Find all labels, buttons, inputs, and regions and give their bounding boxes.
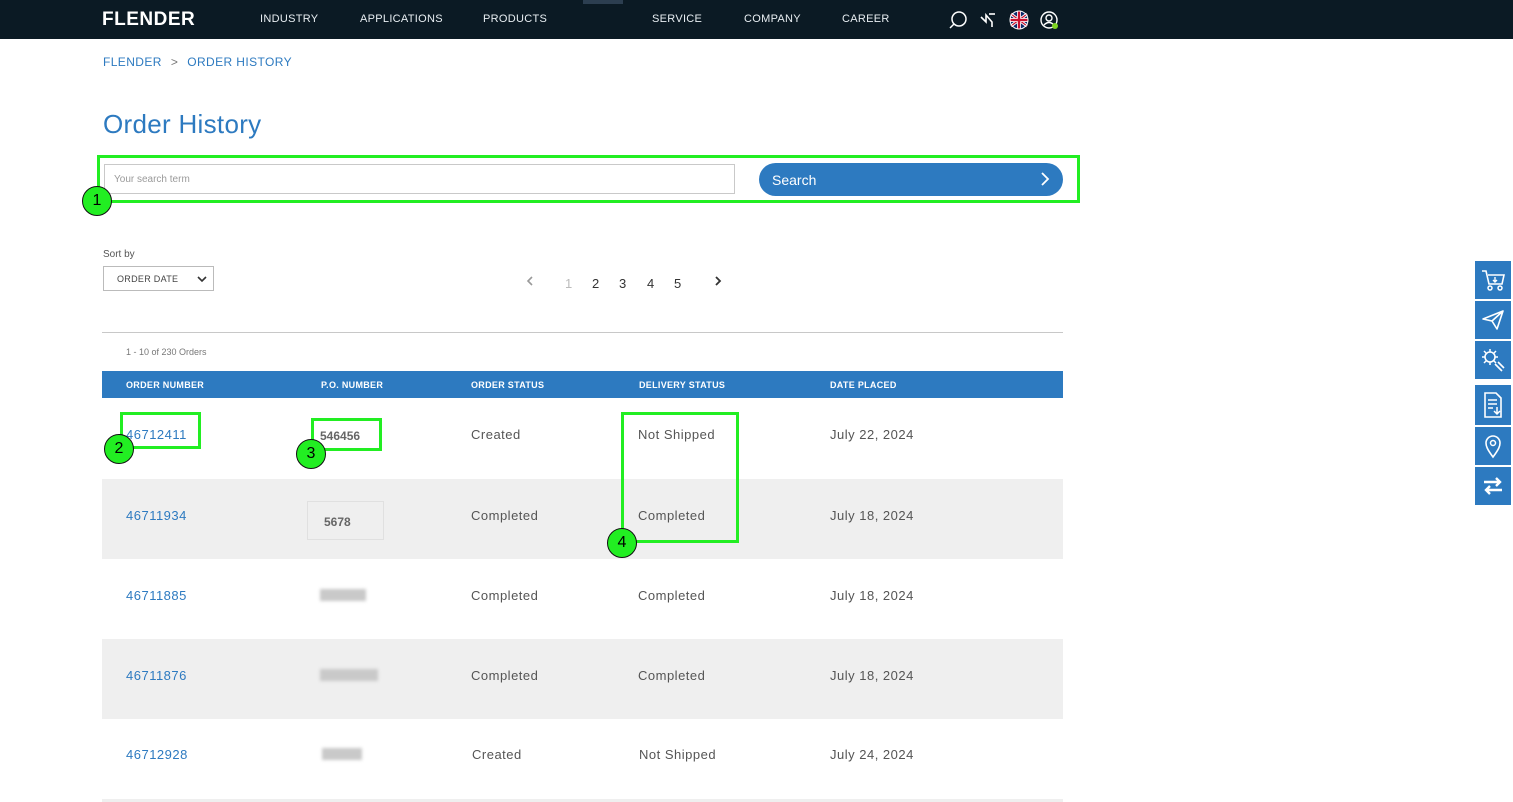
header-delivery-status[interactable]: DELIVERY STATUS [639,380,725,390]
divider [102,332,1063,333]
delivery-status: Completed [638,588,706,603]
cart-icon[interactable] [1475,261,1511,299]
breadcrumb-home[interactable]: FLENDER [103,55,162,69]
chevron-right-icon [1039,170,1051,191]
pager-page-5[interactable]: 5 [674,276,681,291]
annotation-marker-3: 3 [296,439,326,469]
header-order-status[interactable]: ORDER STATUS [471,380,544,390]
uk-flag-icon[interactable] [1008,9,1030,31]
annotation-marker-1: 1 [82,186,112,216]
exchange-icon[interactable] [1475,467,1511,505]
po-number-redacted [322,748,362,760]
order-status: Completed [471,508,539,523]
service-tools-icon[interactable] [1475,341,1511,379]
po-number-redacted [320,669,378,681]
header-po-number[interactable]: P.O. NUMBER [321,380,383,390]
order-status: Completed [471,668,539,683]
po-number-redacted [320,589,366,601]
order-number-link[interactable]: 46711934 [126,508,187,523]
pager-prev-icon[interactable] [525,275,535,290]
breadcrumb-current[interactable]: ORDER HISTORY [187,55,292,69]
results-count: 1 - 10 of 230 Orders [126,347,207,357]
user-account-icon[interactable] [1038,9,1060,31]
date-placed: July 18, 2024 [830,668,914,683]
annotation-highlight-delivery-status [621,412,739,543]
nav-industry[interactable]: INDUSTRY [260,13,318,25]
search-button-label: Search [772,171,817,188]
search-button[interactable]: Search [759,163,1063,196]
header-order-number[interactable]: ORDER NUMBER [126,380,204,390]
flender-signal-icon[interactable] [977,9,999,31]
location-pin-icon[interactable] [1475,427,1511,465]
top-navigation: FLENDER INDUSTRY APPLICATIONS PRODUCTS S… [0,0,1513,39]
page-title: Order History [103,109,262,139]
order-status: Completed [471,588,539,603]
sort-label: Sort by [103,249,135,260]
breadcrumb: FLENDER > ORDER HISTORY [103,55,292,69]
table-row[interactable]: 46711934 5678 Completed Completed July 1… [102,479,1063,559]
date-placed: July 18, 2024 [830,588,914,603]
table-row[interactable]: 46712411 546456 Created Not Shipped July… [102,398,1063,478]
table-row[interactable]: 46711885 Completed Completed July 18, 20… [102,559,1063,639]
search-input[interactable] [104,164,735,194]
order-number-link[interactable]: 46711885 [126,588,187,603]
order-number-link[interactable]: 46711876 [126,668,187,683]
document-download-icon[interactable] [1475,385,1511,425]
flender-logo[interactable]: FLENDER [102,9,195,31]
chevron-down-icon [196,274,208,286]
sort-select[interactable]: ORDER DATE [103,266,214,291]
nav-active-indicator [583,0,623,4]
pager-page-2[interactable]: 2 [592,276,599,291]
table-header: ORDER NUMBER P.O. NUMBER ORDER STATUS DE… [102,371,1063,398]
order-number-link[interactable]: 46712928 [126,747,188,762]
search-icon[interactable] [947,9,969,31]
delivery-status: Completed [638,668,706,683]
pager-page-1[interactable]: 1 [565,276,572,291]
table-row[interactable]: 46712928 Created Not Shipped July 24, 20… [102,719,1063,799]
order-status: Created [471,427,521,442]
nav-career[interactable]: CAREER [842,13,890,25]
delivery-status: Not Shipped [639,747,717,762]
po-number: 5678 [324,515,351,529]
breadcrumb-separator: > [170,55,179,69]
sort-selected-value: ORDER DATE [117,273,179,284]
nav-service[interactable]: SERVICE [652,13,702,25]
pager-page-4[interactable]: 4 [647,276,654,291]
pager-page-3[interactable]: 3 [619,276,626,291]
nav-applications[interactable]: APPLICATIONS [360,13,443,25]
date-placed: July 22, 2024 [830,427,914,442]
send-icon[interactable] [1475,301,1511,339]
date-placed: July 24, 2024 [830,747,914,762]
annotation-marker-2: 2 [104,434,134,464]
date-placed: July 18, 2024 [830,508,914,523]
table-row[interactable]: 46711876 Completed Completed July 18, 20… [102,639,1063,719]
order-status: Created [472,747,522,762]
nav-company[interactable]: COMPANY [744,13,801,25]
annotation-marker-4: 4 [607,528,637,558]
header-date-placed[interactable]: DATE PLACED [830,380,897,390]
nav-products[interactable]: PRODUCTS [483,13,547,25]
pager-next-icon[interactable] [713,275,723,290]
